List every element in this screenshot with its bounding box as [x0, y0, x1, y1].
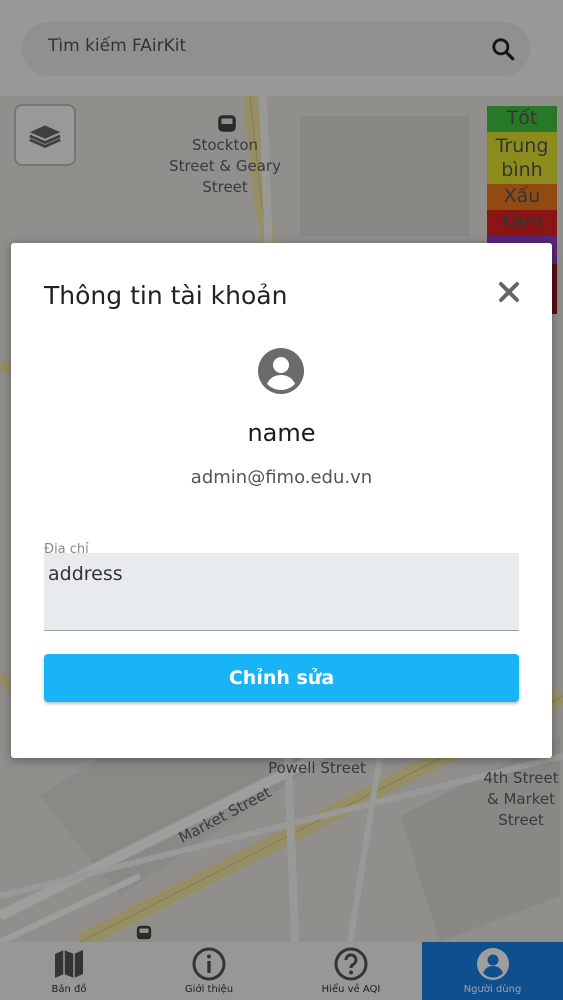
account-info-dialog: Thông tin tài khoản name admin@fimo.edu.… — [11, 243, 552, 758]
edit-button[interactable]: Chỉnh sửa — [44, 654, 519, 702]
dialog-title: Thông tin tài khoản — [44, 281, 288, 310]
app-root: Tìm kiếm FAirKit Stockton Street & Geary… — [0, 0, 563, 1000]
user-name: name — [247, 419, 316, 447]
user-email: admin@fimo.edu.vn — [190, 467, 373, 488]
address-value: address — [48, 563, 123, 585]
avatar-icon — [258, 348, 304, 394]
address-field[interactable]: address — [44, 553, 519, 631]
close-icon[interactable] — [498, 281, 520, 303]
